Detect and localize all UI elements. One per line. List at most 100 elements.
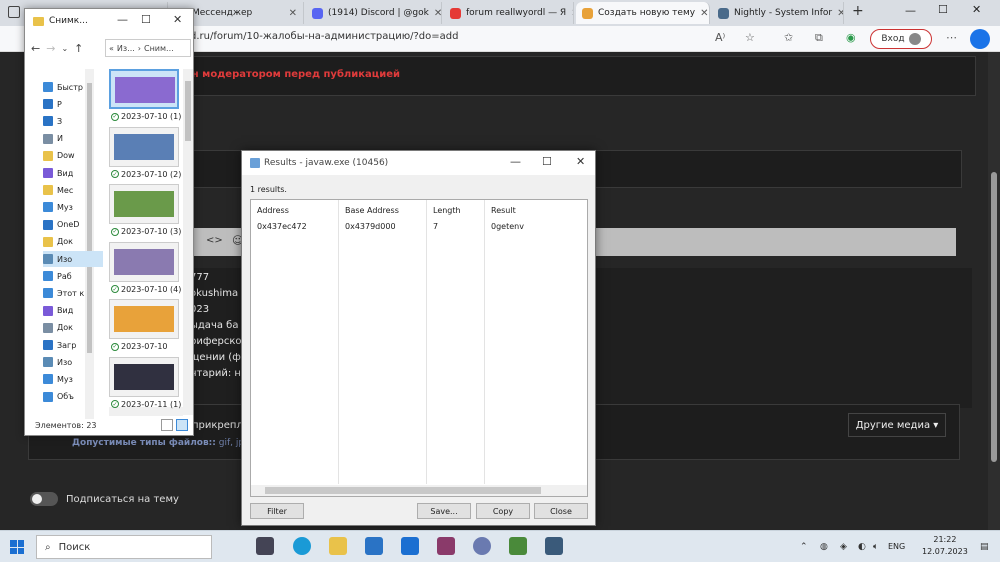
column-header[interactable]: Result	[491, 206, 516, 215]
column-header[interactable]: Address	[257, 206, 289, 215]
nav-item[interactable]: Р	[43, 96, 103, 112]
chevron-up-icon[interactable]: ⌃	[800, 542, 808, 552]
file-label[interactable]: ✓ 2023-07-10 (3)	[111, 227, 187, 236]
nav-item[interactable]: Мес	[43, 182, 103, 198]
favorite-star-icon[interactable]: ☆	[745, 31, 755, 44]
close-icon[interactable]: ✕	[972, 3, 981, 16]
table-cell[interactable]: 0x437ec472	[257, 222, 307, 231]
copy-button[interactable]: Copy	[476, 503, 530, 519]
file-label[interactable]: ✓ 2023-07-11 (1)	[111, 400, 187, 409]
nav-item[interactable]: Док	[43, 234, 103, 250]
details-view-icon[interactable]	[161, 419, 173, 431]
column-header[interactable]: Base Address	[345, 206, 399, 215]
minimize-icon[interactable]: —	[117, 13, 128, 26]
tab-close-icon[interactable]: ✕	[837, 8, 843, 19]
tab-2[interactable]: (1914) Discord | @gok ✕	[306, 2, 442, 24]
nav-item[interactable]: З	[43, 113, 103, 129]
nav-item[interactable]: Раб	[43, 268, 103, 284]
nav-item[interactable]: Этот к	[43, 285, 103, 301]
network-icon[interactable]: ◍	[820, 542, 828, 552]
clock[interactable]: 21:22 12.07.2023	[922, 534, 968, 558]
tab-close-icon[interactable]: ✕	[571, 8, 573, 19]
nav-item[interactable]: Dow	[43, 148, 103, 164]
favorites-icon[interactable]: ✩	[784, 31, 793, 44]
file-thumbnail[interactable]	[109, 69, 179, 109]
task-view-icon[interactable]	[256, 537, 274, 555]
collections-icon[interactable]: ⧉	[815, 31, 823, 45]
tab-close-icon[interactable]: ✕	[434, 8, 441, 19]
file-thumbnail[interactable]	[109, 241, 179, 282]
file-label[interactable]: ✓ 2023-07-10 (2)	[111, 170, 187, 179]
close-icon[interactable]: ✕	[173, 13, 182, 26]
tab-close-icon[interactable]: ✕	[700, 8, 708, 19]
code-icon[interactable]: <>	[206, 235, 223, 246]
breadcrumb-part[interactable]: «	[109, 44, 114, 53]
tab-3[interactable]: forum reallwyordl — Я ✕	[444, 2, 574, 24]
login-button[interactable]: Вход	[870, 29, 932, 49]
maximize-icon[interactable]: ☐	[542, 155, 552, 168]
filter-button[interactable]: Filter	[250, 503, 304, 519]
tab-5[interactable]: Nightly - System Infor ✕	[712, 2, 844, 24]
search-input[interactable]: ⌕ Поиск	[36, 535, 212, 559]
file-label[interactable]: ✓ 2023-07-10 (1)	[111, 112, 187, 121]
file-label[interactable]: ✓ 2023-07-10	[111, 342, 187, 351]
mail-icon[interactable]	[401, 537, 419, 555]
expand-icon[interactable]: ⌄	[61, 44, 68, 53]
bing-icon[interactable]	[970, 29, 990, 49]
extensions-icon[interactable]: ◉	[846, 31, 856, 44]
page-scrollbar[interactable]	[988, 52, 1000, 530]
new-tab-button[interactable]: +	[852, 3, 864, 19]
breadcrumb-part[interactable]: Сним...	[144, 44, 174, 53]
nav-item[interactable]: Муз	[43, 371, 103, 387]
app-tray-icon[interactable]: ◈	[840, 542, 847, 552]
more-icon[interactable]: ⋯	[946, 31, 957, 44]
scrollbar-thumb[interactable]	[991, 172, 997, 462]
minimize-icon[interactable]: —	[905, 4, 916, 17]
nav-item[interactable]: OneD	[43, 217, 103, 233]
nav-item[interactable]: Объ	[43, 389, 103, 405]
file-explorer-icon[interactable]	[329, 537, 347, 555]
notifications-icon[interactable]: ▤	[980, 542, 989, 552]
file-thumbnail[interactable]	[109, 356, 179, 397]
close-icon[interactable]: ✕	[576, 155, 585, 168]
breadcrumb-part[interactable]: ›	[138, 44, 141, 53]
nav-item[interactable]: Быстр	[43, 79, 103, 95]
table-cell[interactable]: 7	[433, 222, 438, 231]
tab-actions-icon[interactable]	[8, 6, 20, 18]
sync-icon[interactable]: ◐	[858, 542, 866, 552]
file-label[interactable]: ✓ 2023-07-10 (4)	[111, 285, 187, 294]
table-cell[interactable]: 0getenv	[491, 222, 524, 231]
minecraft-icon[interactable]	[509, 537, 527, 555]
nav-item[interactable]: Загр	[43, 337, 103, 353]
nav-item[interactable]: И	[43, 131, 103, 147]
nav-item[interactable]: Док	[43, 320, 103, 336]
file-thumbnail[interactable]	[109, 184, 179, 224]
edge-icon[interactable]	[293, 537, 311, 555]
minimize-icon[interactable]: —	[510, 155, 521, 168]
scrollbar-thumb[interactable]	[185, 81, 191, 141]
maximize-icon[interactable]: ☐	[938, 3, 948, 16]
back-icon[interactable]: ←	[31, 42, 40, 55]
nav-item[interactable]: Вид	[43, 165, 103, 181]
file-thumbnail[interactable]	[109, 126, 179, 167]
winrar-icon[interactable]	[437, 537, 455, 555]
table-cell[interactable]: 0x4379d000	[345, 222, 396, 231]
up-icon[interactable]: ↑	[74, 42, 83, 55]
maximize-icon[interactable]: ☐	[141, 13, 151, 26]
forward-icon[interactable]: →	[46, 42, 55, 55]
other-media-button[interactable]: Другие медиа ▾	[848, 413, 946, 437]
app-icon[interactable]	[473, 537, 491, 555]
toggle-switch-icon[interactable]	[30, 492, 58, 506]
language-indicator[interactable]: ENG	[888, 542, 905, 551]
nav-item[interactable]: Изо	[43, 251, 103, 267]
breadcrumb-part[interactable]: Из...	[117, 44, 135, 53]
url-field[interactable]: d.ru/forum/10-жалобы-на-администрацию/?d…	[190, 31, 458, 42]
close-button[interactable]: Close	[534, 503, 588, 519]
monitor-icon[interactable]	[545, 537, 563, 555]
scrollbar-thumb[interactable]	[265, 487, 541, 494]
subscribe-toggle[interactable]: Подписаться на тему	[30, 492, 179, 506]
nav-item[interactable]: Изо	[43, 354, 103, 370]
attach-text[interactable]: прикрепл	[192, 420, 243, 431]
tab-4[interactable]: Создать новую тему ✕	[576, 2, 710, 24]
thumbnail-view-icon[interactable]	[176, 419, 188, 431]
